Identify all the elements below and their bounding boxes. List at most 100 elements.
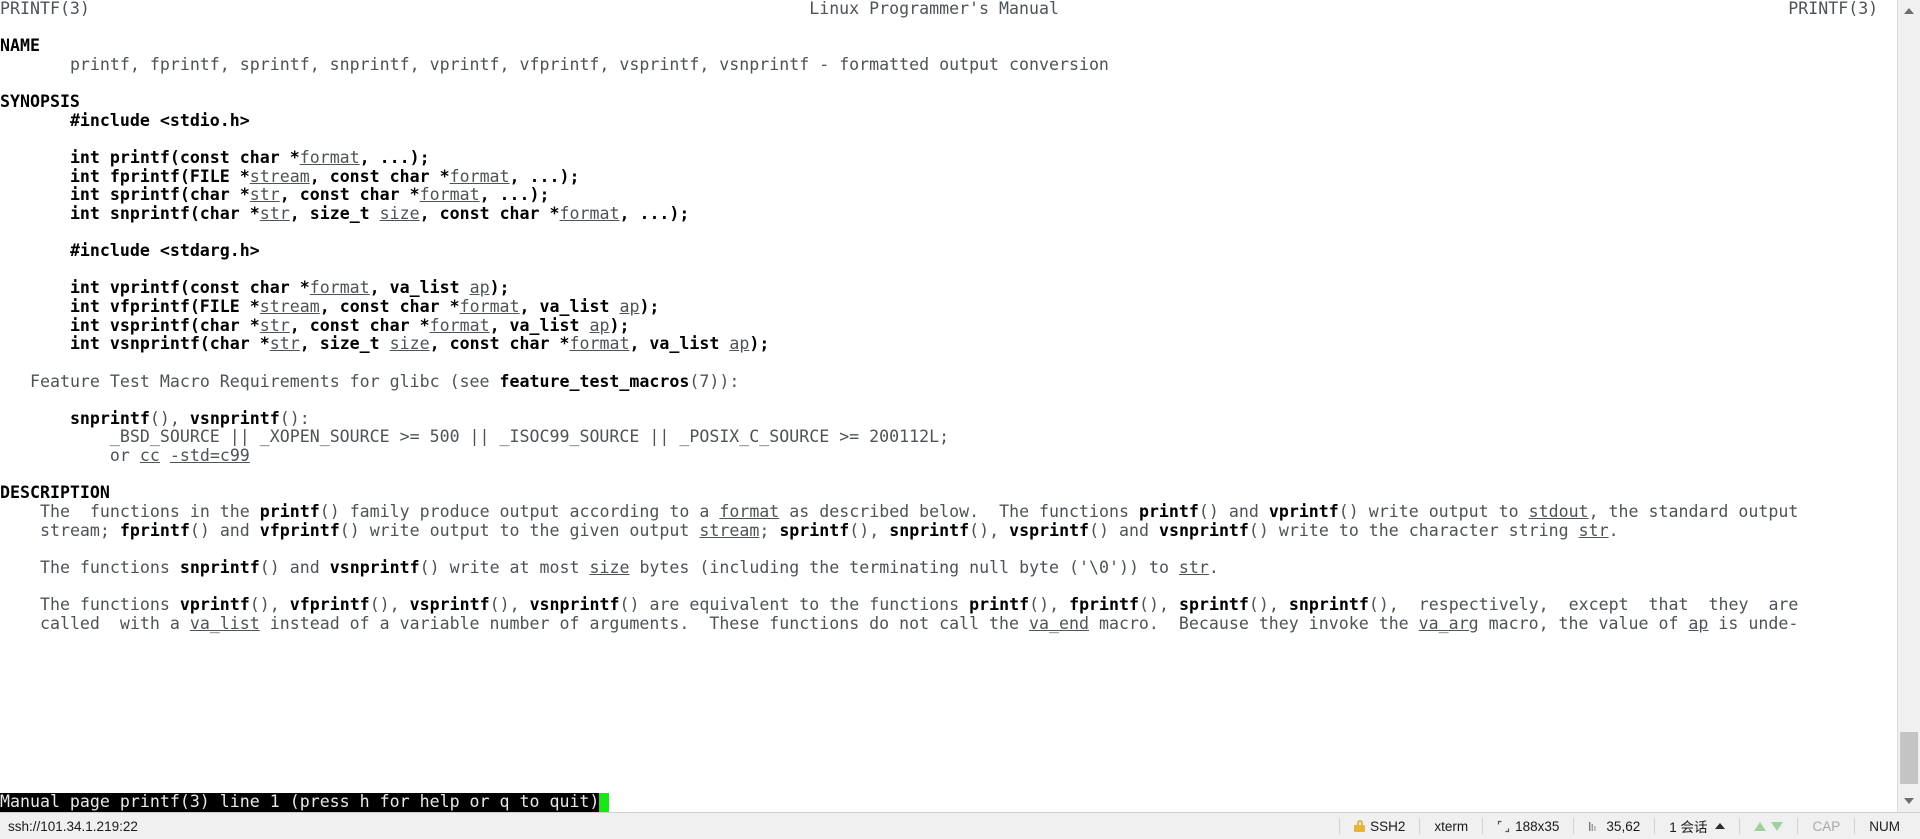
ftm-func-a: snprintf bbox=[69, 408, 150, 428]
include-stdarg-text: #include <stdarg.h> bbox=[69, 241, 260, 261]
prototype-param: format bbox=[419, 185, 480, 205]
prototype-text: , size_t bbox=[299, 334, 390, 354]
cursor-position-icon bbox=[1589, 821, 1597, 831]
prototype-param: format bbox=[569, 334, 630, 354]
description-body: The functions in the printf() family pro… bbox=[0, 501, 1897, 633]
prototype-group-stdarg: int vprintf(const char *format, va_list … bbox=[0, 279, 1897, 354]
prototype-text: , const char * bbox=[279, 185, 420, 205]
resize-icon bbox=[1498, 820, 1510, 832]
ftm-or-label: or bbox=[109, 446, 140, 465]
prototype-param: str bbox=[249, 185, 280, 205]
function-prototype: int snprintf(char *str, size_t size, con… bbox=[0, 203, 1897, 224]
cursor-position-cell[interactable]: 35,62 bbox=[1574, 819, 1654, 834]
function-prototype: int vprintf(const char *format, va_list … bbox=[0, 279, 1897, 298]
caps-lock-cell: CAP bbox=[1798, 819, 1854, 834]
man-header-line: PRINTF(3) Linux Programmer's Manual PRIN… bbox=[0, 0, 1897, 19]
prototype-param: size bbox=[389, 334, 430, 354]
connection-label: ssh://101.34.1.219:22 bbox=[8, 818, 138, 834]
prototype-param: format bbox=[299, 148, 360, 167]
prototype-tail: ); bbox=[489, 278, 510, 298]
prototype-text: , const char * bbox=[289, 315, 430, 335]
prototype-param: ap bbox=[589, 315, 610, 335]
protocol-cell[interactable]: SSH2 bbox=[1340, 819, 1419, 834]
lock-icon bbox=[1354, 820, 1366, 832]
terminal-type-cell[interactable]: xterm bbox=[1420, 819, 1482, 834]
description-line: called with a va_list instead of a varia… bbox=[39, 613, 1799, 633]
terminal-cursor bbox=[599, 793, 610, 812]
prototype-text: , const char * bbox=[419, 203, 560, 223]
prototype-text: , va_list bbox=[489, 315, 590, 335]
synopsis-heading-text: SYNOPSIS bbox=[0, 92, 80, 112]
chevron-up-icon bbox=[1904, 8, 1914, 14]
prototype-param: format bbox=[309, 278, 370, 298]
description-line: The functions vprintf(), vfprintf(), vsp… bbox=[39, 595, 1799, 614]
feature-test-funcs-line: snprintf(), vsnprintf(): bbox=[0, 408, 1897, 429]
scroll-up-button[interactable] bbox=[1898, 0, 1920, 22]
prototype-param: format bbox=[449, 166, 510, 186]
function-prototype: int fprintf(FILE *stream, const char *fo… bbox=[0, 166, 1897, 187]
function-prototype: int vsnprintf(char *str, size_t size, co… bbox=[0, 334, 1897, 354]
prototype-tail: ); bbox=[749, 334, 770, 354]
terminal-screen[interactable]: PRINTF(3) Linux Programmer's Manual PRIN… bbox=[0, 0, 1897, 812]
prototype-return-type: int fprintf(FILE * bbox=[69, 166, 250, 186]
prototype-param: str bbox=[259, 203, 290, 223]
include-stdio-text: #include <stdio.h> bbox=[69, 110, 250, 130]
triangle-up-icon[interactable] bbox=[1715, 823, 1726, 829]
terminal-type-label: xterm bbox=[1434, 818, 1469, 834]
prototype-param: str bbox=[269, 334, 300, 354]
ftm-sep: (), bbox=[149, 408, 190, 428]
ftm-func-b: vsnprintf bbox=[189, 408, 280, 428]
transfer-indicator-cell bbox=[1740, 821, 1797, 831]
function-prototype: int sprintf(char *str, const char *forma… bbox=[0, 185, 1897, 205]
scrollbar-track[interactable] bbox=[1898, 22, 1920, 790]
description-line: stream; fprintf() and vfprintf() write o… bbox=[39, 520, 1619, 540]
prototype-return-type: int vfprintf(FILE * bbox=[69, 297, 260, 316]
terminal-size-cell[interactable]: 188x35 bbox=[1483, 819, 1573, 834]
terminal-application-window: PRINTF(3) Linux Programmer's Manual PRIN… bbox=[0, 0, 1920, 839]
chevron-down-icon bbox=[1904, 798, 1914, 804]
prototype-param: str bbox=[259, 315, 290, 335]
ftm-cc: cc bbox=[139, 446, 160, 465]
prototype-param: ap bbox=[729, 334, 750, 354]
less-status-text: Manual page printf(3) line 1 (press h fo… bbox=[0, 792, 600, 812]
prototype-param: ap bbox=[619, 297, 640, 316]
prototype-tail: , ...); bbox=[479, 185, 550, 205]
prototype-param: stream bbox=[259, 297, 320, 316]
ftm-colon: (): bbox=[279, 408, 310, 428]
include-stdio-line: #include <stdio.h> bbox=[0, 110, 1897, 131]
num-lock-label: NUM bbox=[1869, 818, 1900, 834]
less-status-line[interactable]: Manual page printf(3) line 1 (press h fo… bbox=[0, 792, 610, 812]
prototype-return-type: int vsnprintf(char * bbox=[69, 334, 270, 354]
application-status-bar: ssh://101.34.1.219:22 SSH2 xterm 188x35 bbox=[0, 812, 1920, 839]
name-body-text: printf, fprintf, sprintf, snprintf, vpri… bbox=[69, 54, 1109, 74]
section-heading-name: NAME bbox=[0, 36, 1897, 56]
prototype-return-type: int sprintf(char * bbox=[69, 185, 250, 205]
caps-lock-label: CAP bbox=[1812, 818, 1841, 834]
prototype-tail: , ...); bbox=[619, 203, 690, 223]
feature-test-requirements-line: _BSD_SOURCE || _XOPEN_SOURCE >= 500 || _… bbox=[0, 428, 1897, 447]
prototype-param: format bbox=[429, 315, 490, 335]
scrollbar-thumb[interactable] bbox=[1900, 732, 1918, 784]
prototype-tail: ); bbox=[639, 297, 660, 316]
function-prototype: int vfprintf(FILE *stream, const char *f… bbox=[0, 297, 1897, 317]
prototype-param: stream bbox=[249, 166, 310, 186]
ftm-requirements-text: _BSD_SOURCE || _XOPEN_SOURCE >= 500 || _… bbox=[109, 427, 950, 447]
prototype-tail: ); bbox=[609, 315, 630, 335]
name-body-line: printf, fprintf, sprintf, snprintf, vpri… bbox=[0, 54, 1897, 75]
session-count-cell[interactable]: 1 会话 bbox=[1655, 816, 1739, 836]
prototype-text: , va_list bbox=[369, 278, 470, 298]
prototype-return-type: int printf(const char * bbox=[69, 148, 300, 167]
section-heading-synopsis: SYNOPSIS bbox=[0, 92, 1897, 112]
session-count-label: 1 会话 bbox=[1669, 820, 1708, 835]
ftm-lead: Feature Test Macro Requirements for glib… bbox=[29, 371, 500, 391]
prototype-tail: , ...); bbox=[509, 166, 580, 186]
scroll-down-button[interactable] bbox=[1898, 790, 1920, 812]
description-line: The functions in the printf() family pro… bbox=[39, 501, 1799, 521]
vertical-scrollbar[interactable] bbox=[1897, 0, 1920, 812]
